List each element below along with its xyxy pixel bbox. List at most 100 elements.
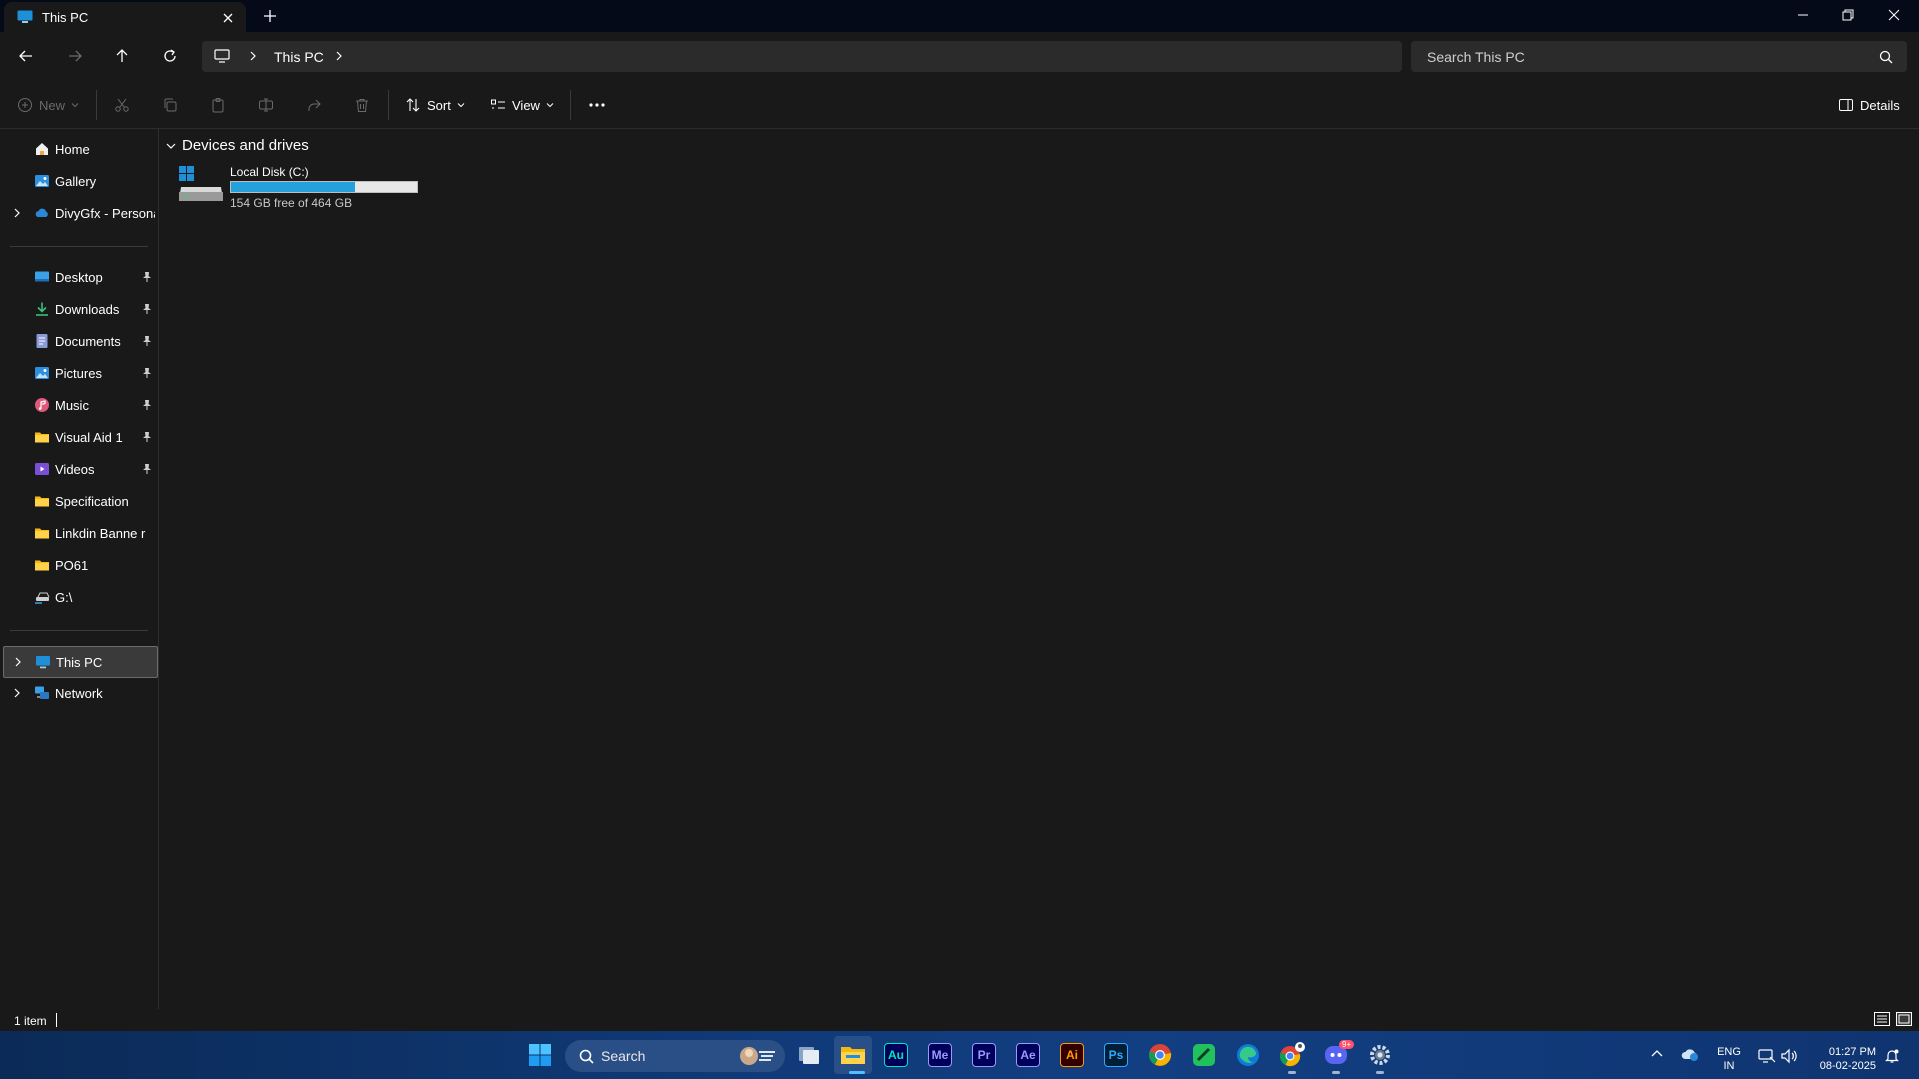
sidebar-item-desktop[interactable]: Desktop: [3, 262, 156, 292]
sidebar-item-pictures[interactable]: Pictures: [3, 358, 156, 388]
chrome-icon: [1148, 1043, 1172, 1067]
delete-button[interactable]: [354, 94, 370, 116]
chevron-right-icon[interactable]: [13, 208, 21, 218]
cut-button[interactable]: [114, 94, 130, 116]
sidebar-item-label: DivyGfx - Personal: [55, 206, 155, 221]
back-icon[interactable]: [16, 46, 36, 66]
taskbar-audition[interactable]: Au: [877, 1036, 915, 1074]
rename-button[interactable]: [258, 94, 274, 116]
view-button[interactable]: View: [490, 94, 554, 116]
pin-icon[interactable]: [142, 399, 152, 411]
sidebar-item-gallery[interactable]: Gallery: [3, 166, 156, 196]
drive-local-disk-c[interactable]: Local Disk (C:) 154 GB free of 464 GB: [178, 162, 428, 212]
forward-icon[interactable]: [65, 46, 85, 66]
running-indicator: [1332, 1071, 1340, 1074]
taskbar-after-effects[interactable]: Ae: [1009, 1036, 1047, 1074]
taskbar-media-encoder[interactable]: Me: [921, 1036, 959, 1074]
chevron-right-icon[interactable]: [248, 50, 258, 62]
taskbar-chrome-profile[interactable]: [1273, 1036, 1311, 1074]
taskbar-photoshop[interactable]: Ps: [1097, 1036, 1135, 1074]
address-bar[interactable]: This PC: [202, 41, 1402, 72]
network-status-icon[interactable]: [1758, 1048, 1776, 1064]
sort-icon: [405, 97, 421, 113]
green-app-icon: [1192, 1043, 1216, 1067]
pin-icon[interactable]: [142, 303, 152, 315]
breadcrumb-this-pc[interactable]: This PC: [274, 49, 324, 65]
up-icon[interactable]: [112, 46, 132, 66]
chevron-down-icon[interactable]: [166, 142, 176, 150]
show-hidden-icons-icon[interactable]: [1651, 1049, 1663, 1059]
pin-icon[interactable]: [142, 431, 152, 443]
details-view-icon[interactable]: [1874, 1012, 1890, 1026]
sidebar-item-videos[interactable]: Videos: [3, 454, 156, 484]
sidebar-divider: [10, 630, 148, 631]
new-button[interactable]: New: [17, 94, 79, 116]
restore-icon[interactable]: [1825, 0, 1871, 30]
taskbar-edge[interactable]: [1229, 1036, 1267, 1074]
search-box[interactable]: [1411, 41, 1907, 72]
large-icons-view-icon[interactable]: [1896, 1012, 1912, 1026]
taskbar-settings[interactable]: [1361, 1036, 1399, 1074]
sidebar-item-linkdin-banner[interactable]: Linkdin Banne r: [3, 518, 156, 548]
sidebar-item-home[interactable]: Home: [3, 134, 156, 164]
sidebar-item-network[interactable]: Network: [3, 678, 156, 708]
music-icon: [34, 397, 50, 413]
refresh-icon[interactable]: [160, 46, 180, 66]
taskbar-chrome[interactable]: [1141, 1036, 1179, 1074]
chevron-right-icon[interactable]: [334, 50, 344, 62]
paste-button[interactable]: [210, 94, 226, 116]
taskbar: [0, 1031, 1919, 1079]
close-window-icon[interactable]: [1871, 0, 1917, 30]
pictures-icon: [34, 365, 50, 381]
taskbar-premiere[interactable]: Pr: [965, 1036, 1003, 1074]
taskbar-discord[interactable]: 9+: [1317, 1036, 1355, 1074]
onedrive-tray-icon[interactable]: [1680, 1046, 1700, 1062]
clock-time: 01:27 PM: [1828, 1046, 1876, 1058]
more-options-button[interactable]: [588, 94, 606, 116]
sidebar-item-specification[interactable]: Specification: [3, 486, 156, 516]
close-tab-icon[interactable]: [220, 10, 236, 26]
clock[interactable]: 01:27 PM 08-02-2025: [1812, 1045, 1876, 1073]
drive-free-space: 154 GB free of 464 GB: [230, 196, 353, 210]
notification-bell-icon[interactable]: [1884, 1048, 1900, 1064]
pin-icon[interactable]: [142, 367, 152, 379]
tab-this-pc[interactable]: This PC: [4, 2, 246, 32]
start-button[interactable]: [521, 1036, 559, 1074]
sidebar-item-label: Linkdin Banne r: [55, 526, 146, 541]
chevron-right-icon[interactable]: [14, 657, 22, 667]
pin-icon[interactable]: [142, 271, 152, 283]
pin-icon[interactable]: [142, 335, 152, 347]
minimize-icon[interactable]: [1780, 0, 1826, 30]
taskbar-illustrator[interactable]: Ai: [1053, 1036, 1091, 1074]
sidebar-item-label: Documents: [55, 334, 121, 349]
language-indicator[interactable]: ENG IN: [1716, 1045, 1742, 1073]
taskbar-search[interactable]: Search: [565, 1040, 785, 1072]
sort-button[interactable]: Sort: [405, 94, 465, 116]
copy-button[interactable]: [162, 94, 178, 116]
search-highlight-icon: [737, 1044, 777, 1068]
share-button[interactable]: [306, 94, 322, 116]
sidebar-item-music[interactable]: Music: [3, 390, 156, 420]
sidebar-item-onedrive[interactable]: DivyGfx - Personal: [3, 198, 156, 228]
folder-icon: [34, 525, 50, 541]
new-tab-icon[interactable]: [262, 8, 278, 24]
pin-icon[interactable]: [142, 463, 152, 475]
sidebar-item-documents[interactable]: Documents: [3, 326, 156, 356]
taskbar-file-explorer[interactable]: [834, 1036, 872, 1074]
search-input[interactable]: [1425, 48, 1869, 66]
sidebar-item-this-pc[interactable]: This PC: [3, 646, 158, 678]
chrome-profile-icon: [1278, 1041, 1306, 1069]
taskbar-green-app[interactable]: [1185, 1036, 1223, 1074]
search-icon[interactable]: [1879, 50, 1893, 64]
running-indicator: [1288, 1071, 1296, 1074]
sidebar-item-g-drive[interactable]: G:\: [3, 582, 156, 612]
sidebar-item-po61[interactable]: PO61: [3, 550, 156, 580]
sidebar-item-downloads[interactable]: Downloads: [3, 294, 156, 324]
task-view-button[interactable]: [790, 1036, 828, 1074]
sidebar-item-visual-aid[interactable]: Visual Aid 1: [3, 422, 156, 452]
group-header-devices[interactable]: Devices and drives: [166, 137, 309, 154]
details-button[interactable]: Details: [1838, 94, 1900, 116]
volume-icon[interactable]: [1780, 1048, 1798, 1064]
chevron-right-icon[interactable]: [13, 688, 21, 698]
audition-icon: Au: [884, 1043, 908, 1067]
